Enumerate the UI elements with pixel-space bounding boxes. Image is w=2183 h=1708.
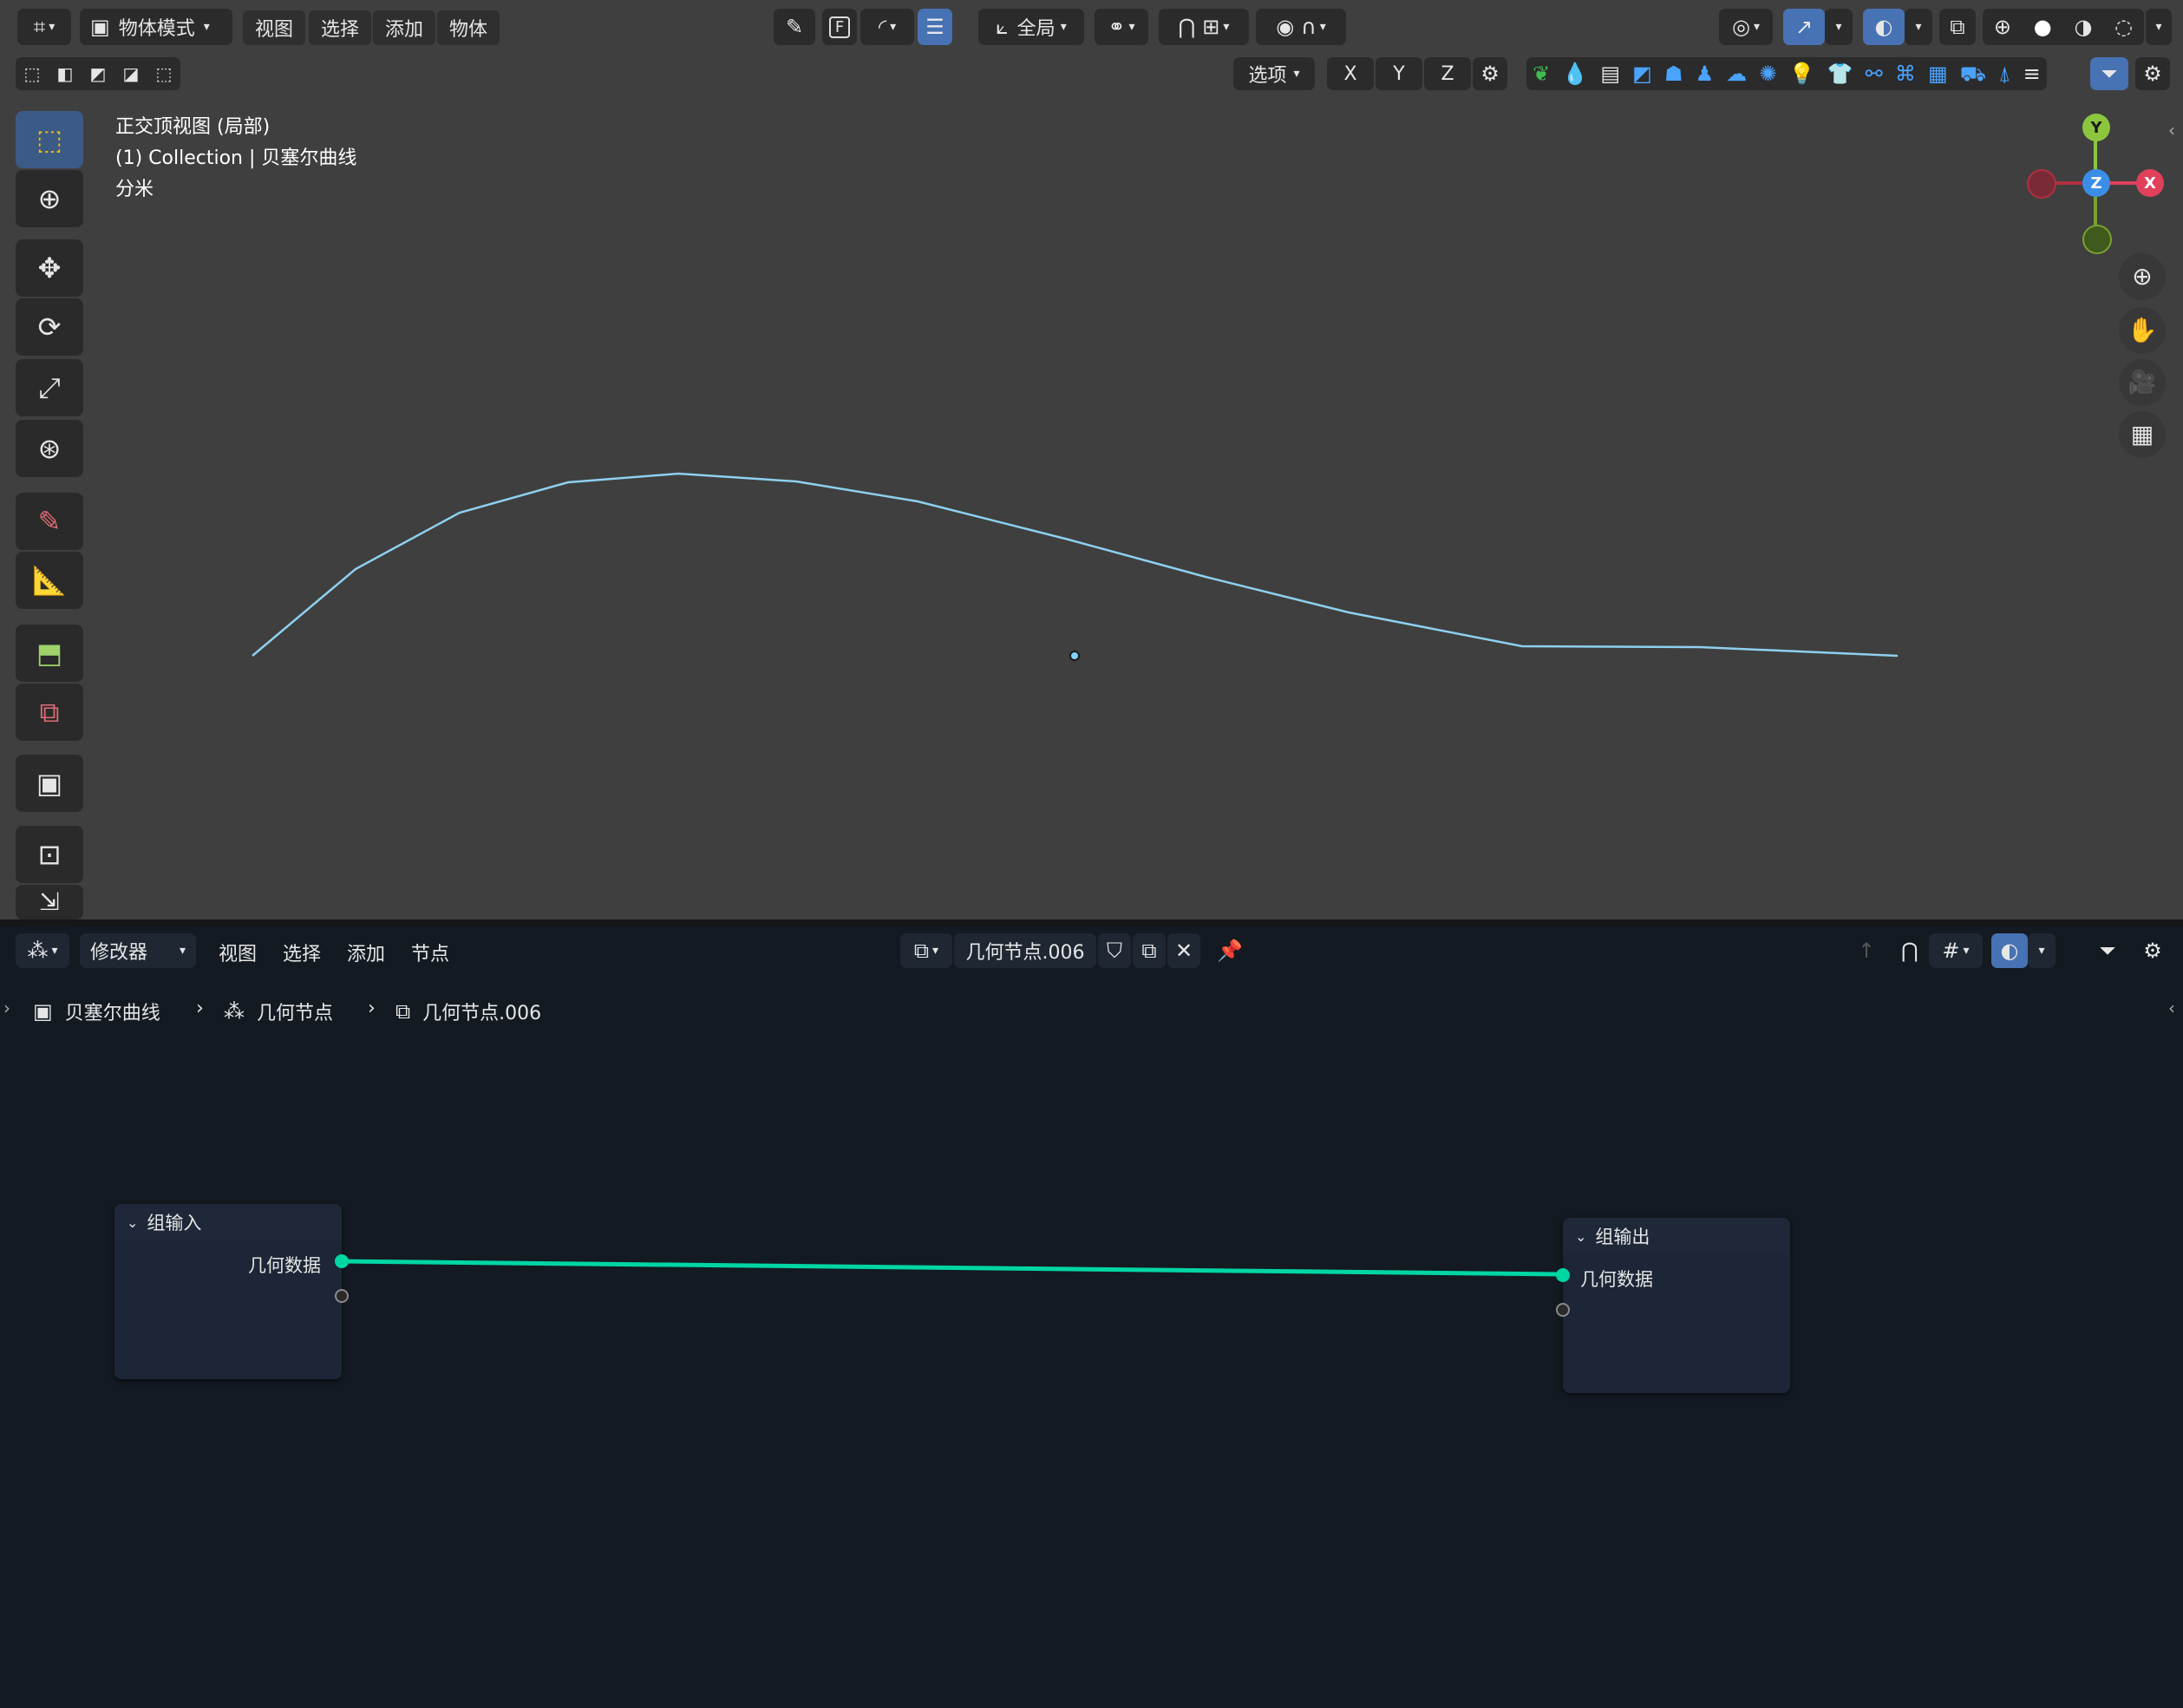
group-input-node[interactable]: ⌄ 组输入 几何数据 bbox=[114, 1204, 349, 1379]
geometry-input-socket[interactable] bbox=[1556, 1268, 1570, 1282]
gizmo-z-axis[interactable]: Z bbox=[2082, 169, 2110, 197]
zoom-icon: ⊕ bbox=[2132, 262, 2153, 291]
bezier-curve[interactable] bbox=[252, 472, 1899, 658]
collapse-chevron-icon[interactable]: ⌄ bbox=[1575, 1228, 1586, 1245]
node-editor[interactable]: ⁂ ▾ 修改器 ▾ 视图 选择 添加 节点 ⧉ ▾ 几何节点.006 ⛉ ⧉ ✕ 📌… bbox=[0, 926, 2183, 1708]
gizmo-neg-x[interactable] bbox=[2027, 169, 2056, 199]
gizmo-x-label: X bbox=[2144, 173, 2156, 193]
node-title: 组输入 bbox=[147, 1213, 202, 1234]
gizmo-x-axis[interactable]: X bbox=[2136, 169, 2164, 197]
socket-label: 几何数据 bbox=[248, 1255, 321, 1276]
node-header[interactable]: ⌄ 组输出 bbox=[1563, 1218, 1790, 1254]
group-output-node[interactable]: ⌄ 组输出 几何数据 bbox=[1556, 1218, 1790, 1393]
node-header[interactable]: ⌄ 组输入 bbox=[114, 1204, 342, 1240]
hand-icon: ✋ bbox=[2127, 316, 2158, 344]
3d-viewport[interactable]: ⌗ ▾ ▣ 物体模式 ▾ 视图 选择 添加 物体 ✎ F ◜ ▾ ☰ ⟀ 全局 ▾ … bbox=[0, 0, 2183, 919]
socket-label: 几何数据 bbox=[1580, 1269, 1653, 1290]
gizmo-neg-y[interactable] bbox=[2082, 225, 2112, 254]
pan-button[interactable]: ✋ bbox=[2119, 307, 2166, 354]
grid-icon: ▦ bbox=[2130, 420, 2154, 448]
empty-input-socket[interactable] bbox=[1556, 1303, 1570, 1317]
gizmo-y-label: Y bbox=[2090, 118, 2102, 137]
blender-window: ⌗ ▾ ▣ 物体模式 ▾ 视图 选择 添加 物体 ✎ F ◜ ▾ ☰ ⟀ 全局 ▾ … bbox=[0, 0, 2183, 1708]
gizmo-y-axis[interactable]: Y bbox=[2082, 114, 2110, 141]
object-origin[interactable] bbox=[1069, 651, 1080, 661]
collapse-chevron-icon[interactable]: ⌄ bbox=[127, 1214, 138, 1231]
sidebar-toggle-icon[interactable]: ‹ bbox=[2168, 120, 2175, 141]
area-divider[interactable] bbox=[0, 919, 2183, 926]
camera-icon: 🎥 bbox=[2127, 370, 2157, 396]
curve-canvas bbox=[252, 472, 1899, 661]
camera-view-button[interactable]: 🎥 bbox=[2119, 359, 2166, 406]
gizmo-z-label: Z bbox=[2090, 173, 2102, 193]
geometry-output-socket[interactable] bbox=[335, 1254, 349, 1268]
node-link[interactable] bbox=[340, 1259, 1564, 1277]
node-title: 组输出 bbox=[1595, 1227, 1650, 1247]
empty-output-socket[interactable] bbox=[335, 1289, 349, 1303]
zoom-button[interactable]: ⊕ bbox=[2119, 253, 2166, 300]
ortho-toggle-button[interactable]: ▦ bbox=[2119, 411, 2166, 458]
